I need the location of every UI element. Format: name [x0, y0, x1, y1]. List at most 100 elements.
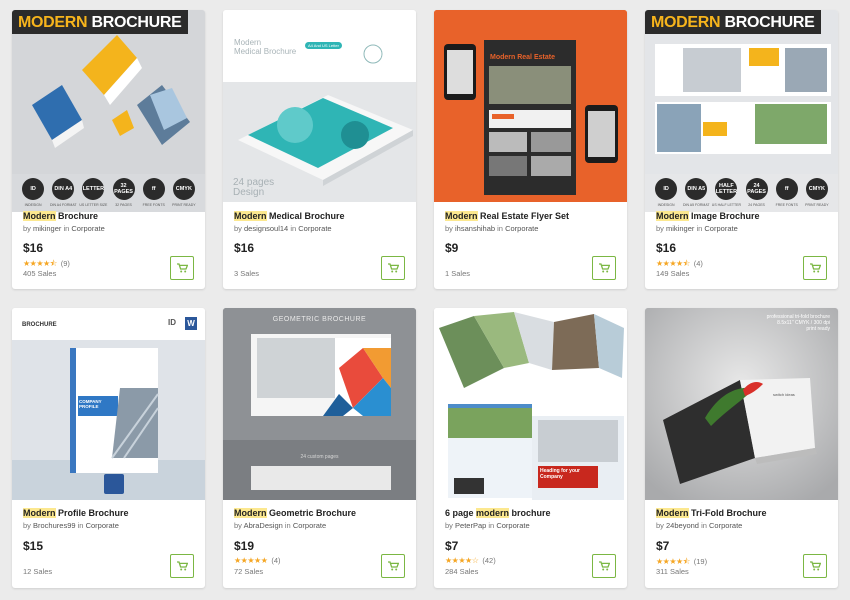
thumb-tag: A4 And US Letter [305, 42, 342, 49]
product-sales: 311 Sales [656, 567, 689, 576]
product-info: Modern Image Brochure by mikinger in Cor… [645, 211, 838, 233]
author-link[interactable]: ihsanshihab [455, 224, 495, 233]
star-icon: ★★★★☆ [445, 556, 479, 565]
product-thumbnail[interactable]: GEOMETRIC BROCHURE 24 custom pages [223, 308, 416, 500]
product-sales: 405 Sales [23, 269, 57, 278]
product-sales: 149 Sales [656, 269, 690, 278]
product-thumbnail[interactable]: MODERN BROCHURE ID INDESIGN DIN A4 DIN A4 … [12, 10, 205, 212]
thumb-pages: 24 pages Design [233, 177, 275, 198]
indesign-icon: ID [168, 318, 176, 327]
product-card[interactable]: BROCHURE COMPANY PROFILE ID W Modern Pro… [12, 308, 205, 588]
product-author-line: by AbraDesign in Corporate [234, 521, 327, 530]
author-link[interactable]: designsoul14 [244, 224, 288, 233]
brand-banner: MODERN BROCHURE [12, 10, 188, 34]
product-card[interactable]: MODERN BROCHURE ID INDESIGN DIN A5 DIN A5 … [645, 10, 838, 289]
product-card[interactable]: Modern Medical Brochure A4 And US Letter … [223, 10, 416, 289]
author-link[interactable]: mikinger [666, 224, 694, 233]
category-link[interactable]: Corporate [86, 521, 119, 530]
feature-badge: DIN A5 DIN A5 FORMAT [683, 178, 710, 208]
product-thumbnail[interactable]: MODERN BROCHURE ID INDESIGN DIN A5 DIN A5 … [645, 10, 838, 212]
product-title[interactable]: Modern Tri-Fold Brochure [656, 508, 827, 518]
thumb-company: COMPANY PROFILE [79, 399, 102, 409]
product-price: $19 [234, 539, 255, 553]
thumb-heading: GEOMETRIC BROCHURE [272, 316, 367, 323]
product-info: Modern Brochure by mikinger in Corporate [12, 211, 205, 233]
product-title[interactable]: Modern Image Brochure [656, 211, 827, 221]
product-card[interactable]: Heading for your Company 6 page modern b… [434, 308, 627, 588]
shopping-cart-icon [809, 263, 821, 273]
product-author-line: by mikinger in Corporate [23, 224, 105, 233]
flyer-illustration [434, 10, 627, 202]
star-icon: ★★★★⯪ [656, 259, 690, 268]
author-link[interactable]: PeterPap [455, 521, 486, 530]
product-card[interactable]: Modern Real Estate Modern Real Estate Fl… [434, 10, 627, 289]
category-link[interactable]: Corporate [71, 224, 104, 233]
category-link[interactable]: Corporate [293, 521, 326, 530]
category-link[interactable]: Corporate [704, 224, 737, 233]
product-title[interactable]: Modern Profile Brochure [23, 508, 194, 518]
feature-badge: DIN A4 DIN A4 FORMAT [50, 178, 77, 208]
feature-badge: 32 PAGES 32 PAGES [112, 178, 135, 208]
product-thumbnail[interactable]: Modern Real Estate [434, 10, 627, 202]
add-to-cart-button[interactable] [803, 256, 827, 280]
product-thumbnail[interactable]: professional tri-fold brochure 8.5x11" CM… [645, 308, 838, 500]
author-link[interactable]: 24beyond [666, 521, 699, 530]
feature-badge: ff FREE FONTS [143, 178, 165, 208]
category-link[interactable]: Corporate [505, 224, 538, 233]
product-card[interactable]: GEOMETRIC BROCHURE 24 custom pages Moder… [223, 308, 416, 588]
product-title[interactable]: Modern Geometric Brochure [234, 508, 405, 518]
feature-badge: ID INDESIGN [655, 178, 678, 208]
add-to-cart-button[interactable] [592, 256, 616, 280]
feature-badge: CMYK PRINT READY [172, 178, 196, 208]
product-sales: 3 Sales [234, 269, 260, 278]
product-thumbnail[interactable]: Heading for your Company [434, 308, 627, 500]
product-info: Modern Medical Brochure by designsoul14 … [223, 211, 416, 233]
product-price: $15 [23, 539, 44, 553]
product-price: $16 [234, 241, 255, 255]
product-author-line: by PeterPap in Corporate [445, 521, 530, 530]
product-info: Modern Tri-Fold Brochure by 24beyond in … [645, 508, 838, 530]
add-to-cart-button[interactable] [381, 554, 405, 578]
product-card[interactable]: professional tri-fold brochure 8.5x11" CM… [645, 308, 838, 588]
product-price: $9 [445, 241, 459, 255]
product-sales: 12 Sales [23, 567, 53, 576]
brochure-illustration [645, 308, 838, 500]
product-title[interactable]: Modern Medical Brochure [234, 211, 405, 221]
product-author-line: by designsoul14 in Corporate [234, 224, 332, 233]
product-thumbnail[interactable]: Modern Medical Brochure A4 And US Letter … [223, 10, 416, 202]
add-to-cart-button[interactable] [592, 554, 616, 578]
brochure-illustration [223, 308, 416, 500]
feature-badge: CMYK PRINT READY [805, 178, 829, 208]
product-title[interactable]: 6 page modern brochure [445, 508, 616, 518]
feature-badge: 24 PAGES 24 PAGES [745, 178, 768, 208]
add-to-cart-button[interactable] [170, 256, 194, 280]
product-info: Modern Geometric Brochure by AbraDesign … [223, 508, 416, 530]
star-icon: ★★★★★ [234, 556, 268, 565]
category-link[interactable]: Corporate [709, 521, 742, 530]
product-card[interactable]: MODERN BROCHURE ID INDESIGN DIN A4 DIN A4 … [12, 10, 205, 289]
feature-badges: ID INDESIGN DIN A4 DIN A4 FORMAT LETTER US … [12, 174, 205, 212]
shopping-cart-icon [176, 263, 188, 273]
product-author-line: by Brochures99 in Corporate [23, 521, 119, 530]
thumb-headline: Modern Medical Brochure [234, 38, 297, 56]
product-title[interactable]: Modern Real Estate Flyer Set [445, 211, 616, 221]
author-link[interactable]: mikinger [33, 224, 61, 233]
product-title[interactable]: Modern Brochure [23, 211, 194, 221]
product-info: Modern Real Estate Flyer Set by ihsanshi… [434, 211, 627, 233]
add-to-cart-button[interactable] [381, 256, 405, 280]
shopping-cart-icon [598, 263, 610, 273]
add-to-cart-button[interactable] [803, 554, 827, 578]
feature-badge: LETTER US LETTER SIZE [79, 178, 107, 208]
product-sales: 72 Sales [234, 567, 264, 576]
star-icon: ★★★★⯪ [23, 259, 57, 268]
category-link[interactable]: Corporate [298, 224, 331, 233]
author-link[interactable]: Brochures99 [33, 521, 76, 530]
feature-badge: ff FREE FONTS [776, 178, 798, 208]
product-thumbnail[interactable]: BROCHURE COMPANY PROFILE ID W [12, 308, 205, 500]
product-sales: 284 Sales [445, 567, 479, 576]
product-author-line: by mikinger in Corporate [656, 224, 738, 233]
author-link[interactable]: AbraDesign [244, 521, 283, 530]
add-to-cart-button[interactable] [170, 554, 194, 578]
shopping-cart-icon [387, 263, 399, 273]
category-link[interactable]: Corporate [496, 521, 529, 530]
